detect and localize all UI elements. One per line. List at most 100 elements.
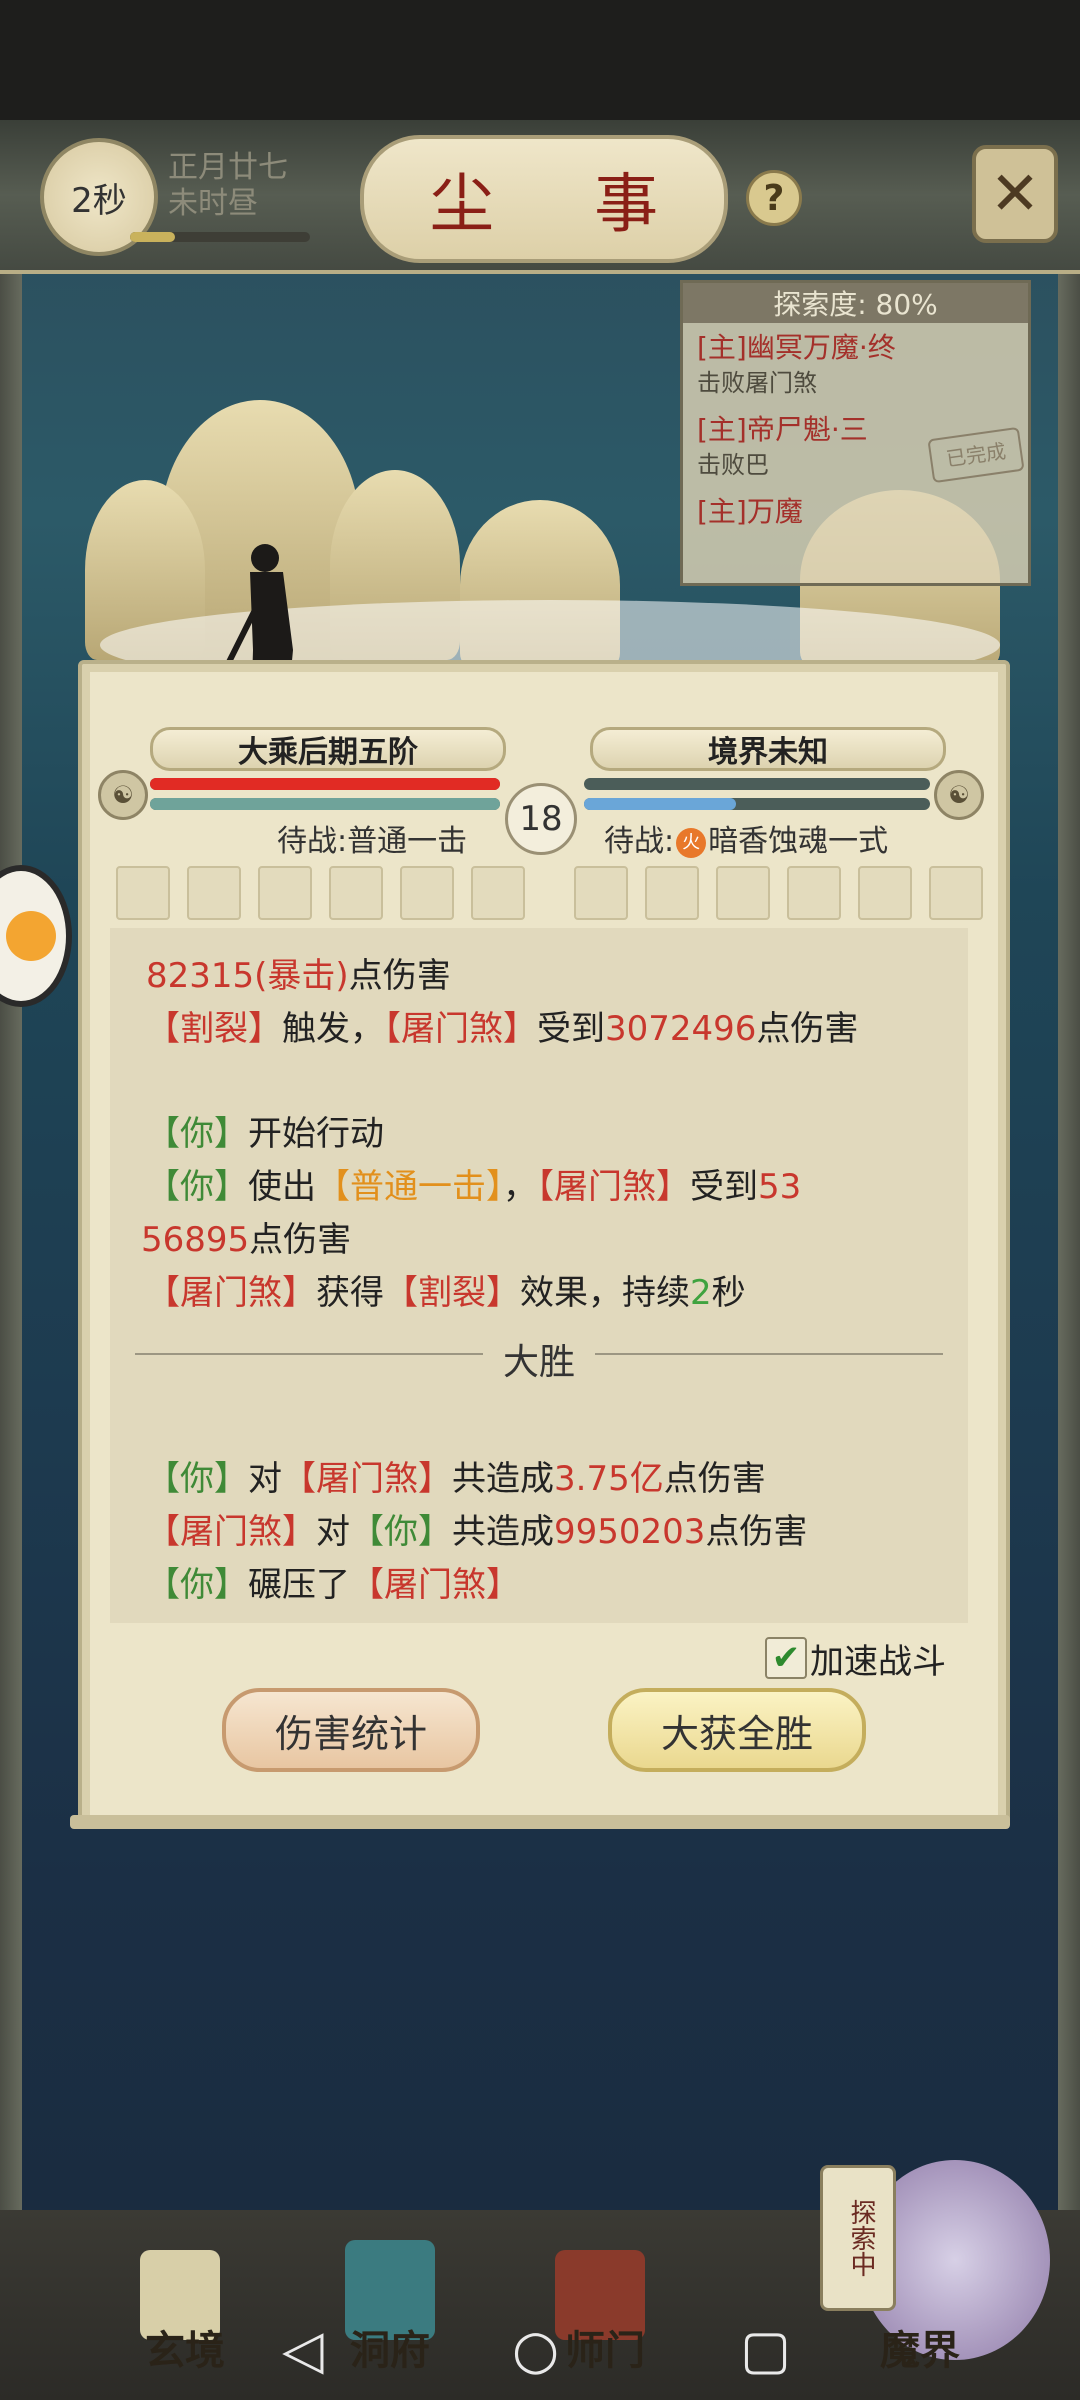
log-text: 对 [316, 1512, 350, 1552]
log-text: 效果，持续 [520, 1273, 690, 1313]
nav-mojie[interactable]: 魔界 [880, 2318, 960, 2376]
enemy-realm: 境界未知 [590, 727, 946, 771]
enemy-buff-slots [574, 866, 983, 920]
log-text: 对 [248, 1459, 282, 1499]
speed-battle-label[interactable]: 加速战斗 [810, 1634, 946, 1683]
enemy-portrait-icon[interactable]: ☯ [934, 770, 984, 820]
dialog-bottom-edge [70, 1815, 1010, 1829]
nav-dongfu[interactable]: 洞府 [350, 2318, 430, 2376]
frame-right [1058, 260, 1080, 2210]
gamepad-icon [6, 911, 56, 961]
damage-number: 82315 [146, 956, 255, 996]
enemy-status-prefix: 待战: [604, 824, 675, 859]
buff-slot [574, 866, 628, 920]
victory-confirm-button[interactable]: 大获全胜 [608, 1688, 866, 1772]
log-text: 共造成 [452, 1512, 554, 1552]
fire-element-icon: 火 [676, 827, 707, 858]
player-name: 【你】 [146, 1167, 248, 1207]
buff-slot [329, 866, 383, 920]
player-buff-slots [116, 866, 525, 920]
log-text: 触发， [282, 1009, 384, 1049]
log-text: 点伤害 [663, 1459, 766, 1499]
summary-line: 【你】对【屠门煞】共造成3.75亿点伤害 [146, 1454, 766, 1504]
log-text: ， [503, 1167, 537, 1207]
damage-number: 9950203 [554, 1512, 706, 1552]
log-line: 【屠门煞】获得【割裂】效果，持续2秒 [146, 1268, 746, 1318]
log-line: 【割裂】触发，【屠门煞】受到3072496点伤害 [146, 1004, 858, 1054]
log-text: 点伤害 [348, 956, 451, 996]
result-divider: 大胜 [110, 1333, 968, 1385]
enemy-name: 【屠门煞】 [384, 1009, 537, 1049]
player-name: 【你】 [350, 1512, 452, 1552]
enemy-mp-bar [584, 798, 930, 810]
log-line: 82315(暴击)点伤害 [146, 951, 451, 1001]
summary-line: 【屠门煞】对【你】共造成9950203点伤害 [146, 1507, 807, 1557]
damage-number: 56895 [141, 1220, 250, 1260]
buff-slot [258, 866, 312, 920]
speed-battle-checkbox[interactable]: ✔ [765, 1637, 807, 1679]
quest-item[interactable]: [主]帝尸魁·三 击败巴 已完成 [683, 405, 1028, 487]
checkmark-icon: ✔ [771, 1638, 801, 1678]
quest-panel[interactable]: 探索度: 80% [主]幽冥万魔·终 击败屠门煞 [主]帝尸魁·三 击败巴 已完… [680, 280, 1031, 586]
log-text: 点伤害 [756, 1009, 859, 1049]
system-recents-icon[interactable]: ▢ [740, 2318, 791, 2381]
battle-log[interactable]: 82315(暴击)点伤害 【割裂】触发，【屠门煞】受到3072496点伤害 【你… [110, 928, 968, 1623]
nav-xuanjing[interactable]: 玄境 [145, 2318, 225, 2376]
buff-slot [400, 866, 454, 920]
enemy-name: 【屠门煞】 [282, 1459, 452, 1499]
skill-name: 【普通一击】 [316, 1167, 503, 1207]
enemy-hp-bar [584, 778, 930, 790]
enemy-name: 【屠门煞】 [350, 1565, 520, 1605]
game-date: 正月廿七 未时昼 [168, 150, 288, 222]
nav-shimen[interactable]: 师门 [565, 2318, 645, 2376]
log-text: 共造成 [452, 1459, 554, 1499]
system-home-icon[interactable]: ○ [512, 2318, 559, 2381]
buff-slot [929, 866, 983, 920]
close-button[interactable]: ✕ [972, 145, 1058, 243]
log-text: 碾压了 [248, 1565, 350, 1605]
log-text: 开始行动 [248, 1114, 384, 1154]
player-name: 【你】 [146, 1114, 248, 1154]
date-line-2: 未时昼 [168, 186, 258, 221]
player-status: 待战:普通一击 [277, 824, 468, 859]
log-text: 受到 [690, 1167, 758, 1207]
battle-result: 大胜 [482, 1342, 595, 1383]
quest-item[interactable]: [主]万魔 [683, 487, 1028, 537]
round-counter: 18 [505, 783, 577, 855]
log-line: 【你】使出【普通一击】，【屠门煞】受到53 [146, 1162, 801, 1212]
quest-title: [主]幽冥万魔·终 [697, 331, 896, 364]
buff-slot [645, 866, 699, 920]
page-title: 尘 事 [429, 168, 699, 242]
close-icon: ✕ [989, 159, 1041, 229]
log-text: 使出 [248, 1167, 316, 1207]
buff-slot [858, 866, 912, 920]
player-portrait-icon[interactable]: ☯ [98, 770, 148, 820]
damage-stats-button[interactable]: 伤害统计 [222, 1688, 480, 1772]
summary-line: 【你】碾压了【屠门煞】 [146, 1560, 520, 1610]
date-line-1: 正月廿七 [168, 150, 288, 185]
effect-name: 【割裂】 [384, 1273, 520, 1313]
player-name: 【你】 [146, 1565, 248, 1605]
enemy-name: 【屠门煞】 [146, 1273, 316, 1313]
player-name: 【你】 [146, 1459, 248, 1499]
exploration-progress: 探索度: 80% [683, 283, 1028, 323]
system-back-icon[interactable]: ◁ [282, 2318, 324, 2381]
buff-slot [116, 866, 170, 920]
exploring-badge: 探索中 [820, 2165, 896, 2311]
quest-item[interactable]: [主]幽冥万魔·终 击败屠门煞 [683, 323, 1028, 405]
enemy-name: 【屠门煞】 [146, 1512, 316, 1552]
player-hp-bar [150, 778, 500, 790]
player-realm: 大乘后期五阶 [150, 727, 506, 771]
player-mp-bar [150, 798, 500, 810]
quest-title: [主]万魔 [697, 495, 803, 528]
title-plate: 尘 事 [360, 135, 728, 263]
help-button[interactable]: ? [746, 170, 802, 226]
frame-left [0, 260, 22, 2210]
enemy-name: 【屠门煞】 [537, 1167, 690, 1207]
buff-slot [471, 866, 525, 920]
crit-tag: (暴击) [254, 956, 349, 996]
damage-number: 53 [758, 1167, 802, 1207]
enemy-status: 待战: 火暗香蚀魂一式 [604, 816, 888, 860]
effect-name: 【割裂】 [146, 1009, 282, 1049]
buff-slot [187, 866, 241, 920]
